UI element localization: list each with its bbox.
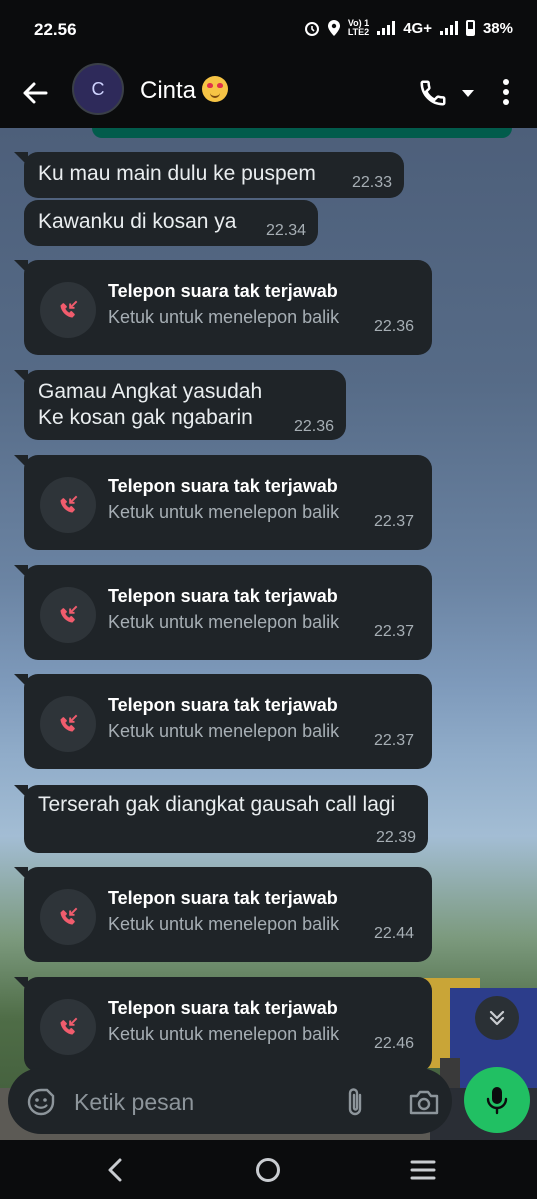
missed-call-icon: [40, 889, 96, 945]
battery-percent: 38%: [482, 19, 513, 37]
missed-call-subtitle: Ketuk untuk menelepon balik: [108, 612, 340, 632]
incoming-message[interactable]: Kawanku di kosan ya 22.34: [24, 200, 318, 246]
missed-call-subtitle: Ketuk untuk menelepon balik: [108, 914, 340, 934]
missed-call-bubble[interactable]: Telepon suara tak terjawab Ketuk untuk m…: [14, 260, 432, 355]
message-time: 22.39: [375, 829, 416, 846]
message-time: 22.37: [373, 732, 414, 749]
status-icons: Vo) 1 LTE2 4G+ 38%: [304, 19, 513, 37]
camera-icon[interactable]: [408, 1087, 440, 1117]
message-time: 22.37: [373, 513, 414, 530]
network-type: 4G+: [403, 19, 432, 37]
missed-call-title: Telepon suara tak terjawab: [108, 888, 338, 908]
missed-call-bubble[interactable]: Telepon suara tak terjawab Ketuk untuk m…: [14, 674, 432, 769]
missed-call-subtitle: Ketuk untuk menelepon balik: [108, 1024, 340, 1044]
missed-call-icon: [40, 999, 96, 1055]
message-time: 22.44: [373, 925, 414, 942]
system-nav-bar: [0, 1140, 537, 1199]
message-composer: [8, 1068, 452, 1134]
alarm-icon: [304, 22, 319, 36]
missed-call-title: Telepon suara tak terjawab: [108, 695, 338, 715]
message-time: 22.37: [373, 623, 414, 640]
status-bar: 22.56 Vo) 1 LTE2 4G+ 38%: [0, 0, 537, 60]
message-time: 22.36: [373, 318, 414, 335]
incoming-message[interactable]: Gamau Angkat yasudah Ke kosan gak ngabar…: [14, 370, 346, 440]
missed-call-icon: [40, 477, 96, 533]
more-vertical-icon[interactable]: [498, 77, 514, 107]
missed-call-bubble[interactable]: Telepon suara tak terjawab Ketuk untuk m…: [14, 565, 432, 660]
smiling-face-with-hearts-icon: [202, 76, 229, 102]
nav-home-icon[interactable]: [256, 1158, 280, 1182]
missed-call-subtitle: Ketuk untuk menelepon balik: [108, 307, 340, 327]
voice-message-button[interactable]: [464, 1067, 530, 1133]
message-time: 22.46: [373, 1035, 414, 1052]
avatar[interactable]: C: [72, 63, 124, 115]
missed-call-title: Telepon suara tak terjawab: [108, 476, 338, 496]
missed-call-title: Telepon suara tak terjawab: [108, 586, 338, 606]
paperclip-icon[interactable]: [342, 1086, 368, 1118]
volte-indicator: Vo) 1 LTE2: [347, 18, 370, 37]
message-time: 22.33: [351, 174, 392, 191]
location-icon: [327, 20, 340, 36]
outgoing-message-partial[interactable]: [92, 128, 512, 138]
message-text: Kawanku di kosan ya: [38, 210, 237, 233]
microphone-icon: [486, 1087, 508, 1115]
status-time: 22.56: [34, 20, 77, 39]
contact-name: Cinta: [140, 77, 197, 104]
voice-call-icon[interactable]: [418, 78, 448, 108]
missed-call-icon: [40, 696, 96, 752]
missed-call-bubble[interactable]: Telepon suara tak terjawab Ketuk untuk m…: [14, 455, 432, 550]
missed-call-icon: [40, 587, 96, 643]
incoming-message[interactable]: Ku mau main dulu ke puspem 22.33: [14, 152, 404, 198]
signal-1-icon: [377, 21, 396, 35]
message-text-line-2: Ke kosan gak ngabarin: [38, 406, 253, 429]
back-arrow-icon[interactable]: [20, 78, 50, 108]
missed-call-subtitle: Ketuk untuk menelepon balik: [108, 502, 340, 522]
missed-call-bubble[interactable]: Telepon suara tak terjawab Ketuk untuk m…: [14, 977, 432, 1072]
message-input[interactable]: [72, 1082, 326, 1122]
message-text: Terserah gak diangkat gausah call lagi: [38, 793, 396, 816]
message-text: Ku mau main dulu ke puspem: [38, 162, 316, 185]
message-time: 22.36: [293, 418, 334, 435]
battery-icon: [465, 20, 475, 36]
scroll-to-bottom-button[interactable]: [475, 996, 519, 1040]
missed-call-title: Telepon suara tak terjawab: [108, 281, 338, 301]
missed-call-icon: [40, 282, 96, 338]
chat-area[interactable]: Ku mau main dulu ke puspem 22.33 Kawanku…: [0, 128, 537, 1140]
nav-recents-icon[interactable]: [410, 1158, 436, 1182]
message-time: 22.34: [265, 222, 306, 239]
message-text-line-1: Gamau Angkat yasudah: [38, 380, 263, 403]
missed-call-bubble[interactable]: Telepon suara tak terjawab Ketuk untuk m…: [14, 867, 432, 962]
incoming-message[interactable]: Terserah gak diangkat gausah call lagi 2…: [14, 785, 428, 853]
chat-header: C Cinta: [0, 60, 537, 128]
sticker-emoji-icon[interactable]: [26, 1087, 56, 1117]
missed-call-title: Telepon suara tak terjawab: [108, 998, 338, 1018]
missed-call-subtitle: Ketuk untuk menelepon balik: [108, 721, 340, 741]
signal-2-icon: [439, 21, 458, 35]
nav-back-icon[interactable]: [104, 1156, 126, 1184]
double-chevron-down-icon: [489, 1010, 505, 1026]
chevron-down-icon[interactable]: [460, 86, 476, 100]
contact-name-container[interactable]: Cinta: [140, 76, 229, 105]
